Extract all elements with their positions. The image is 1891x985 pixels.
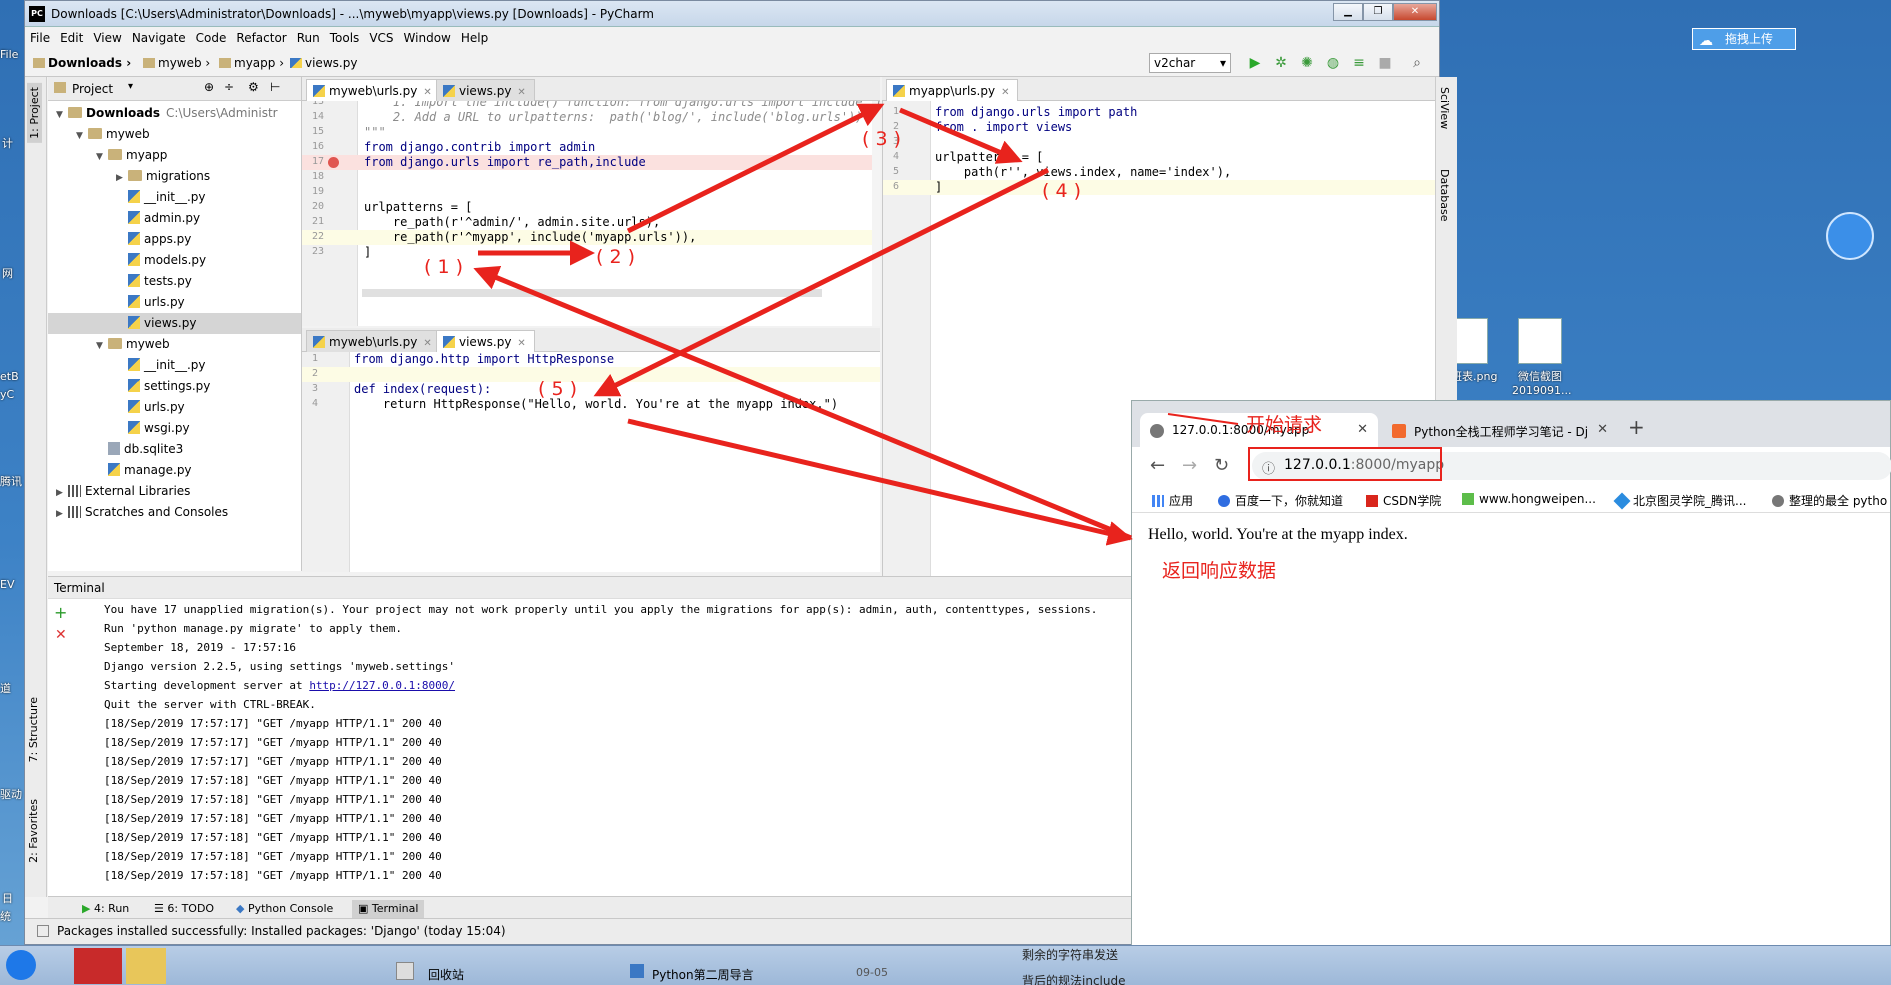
arrow-to-path <box>899 107 1023 164</box>
step-5-label: ( 5 ) <box>538 378 577 400</box>
step-3-label: ( 3 ) <box>862 128 901 150</box>
arrow-to-views <box>593 167 1050 397</box>
arrow-to-myapp-urls <box>626 103 885 234</box>
step-4-label: ( 4 ) <box>1042 180 1081 202</box>
annotation-connector <box>1167 413 1239 425</box>
step-1-label: ( 1 ) <box>424 256 463 278</box>
annotation-arrows <box>473 103 1239 546</box>
start-request-label: 开始请求 <box>1246 414 1323 436</box>
arrow-response-out <box>627 418 1133 546</box>
return-response-label: 返回响应数据 <box>1162 560 1277 582</box>
arrow-request-in <box>473 266 1132 541</box>
url-highlight-box <box>1248 447 1442 481</box>
step-2-label: ( 2 ) <box>596 246 635 268</box>
